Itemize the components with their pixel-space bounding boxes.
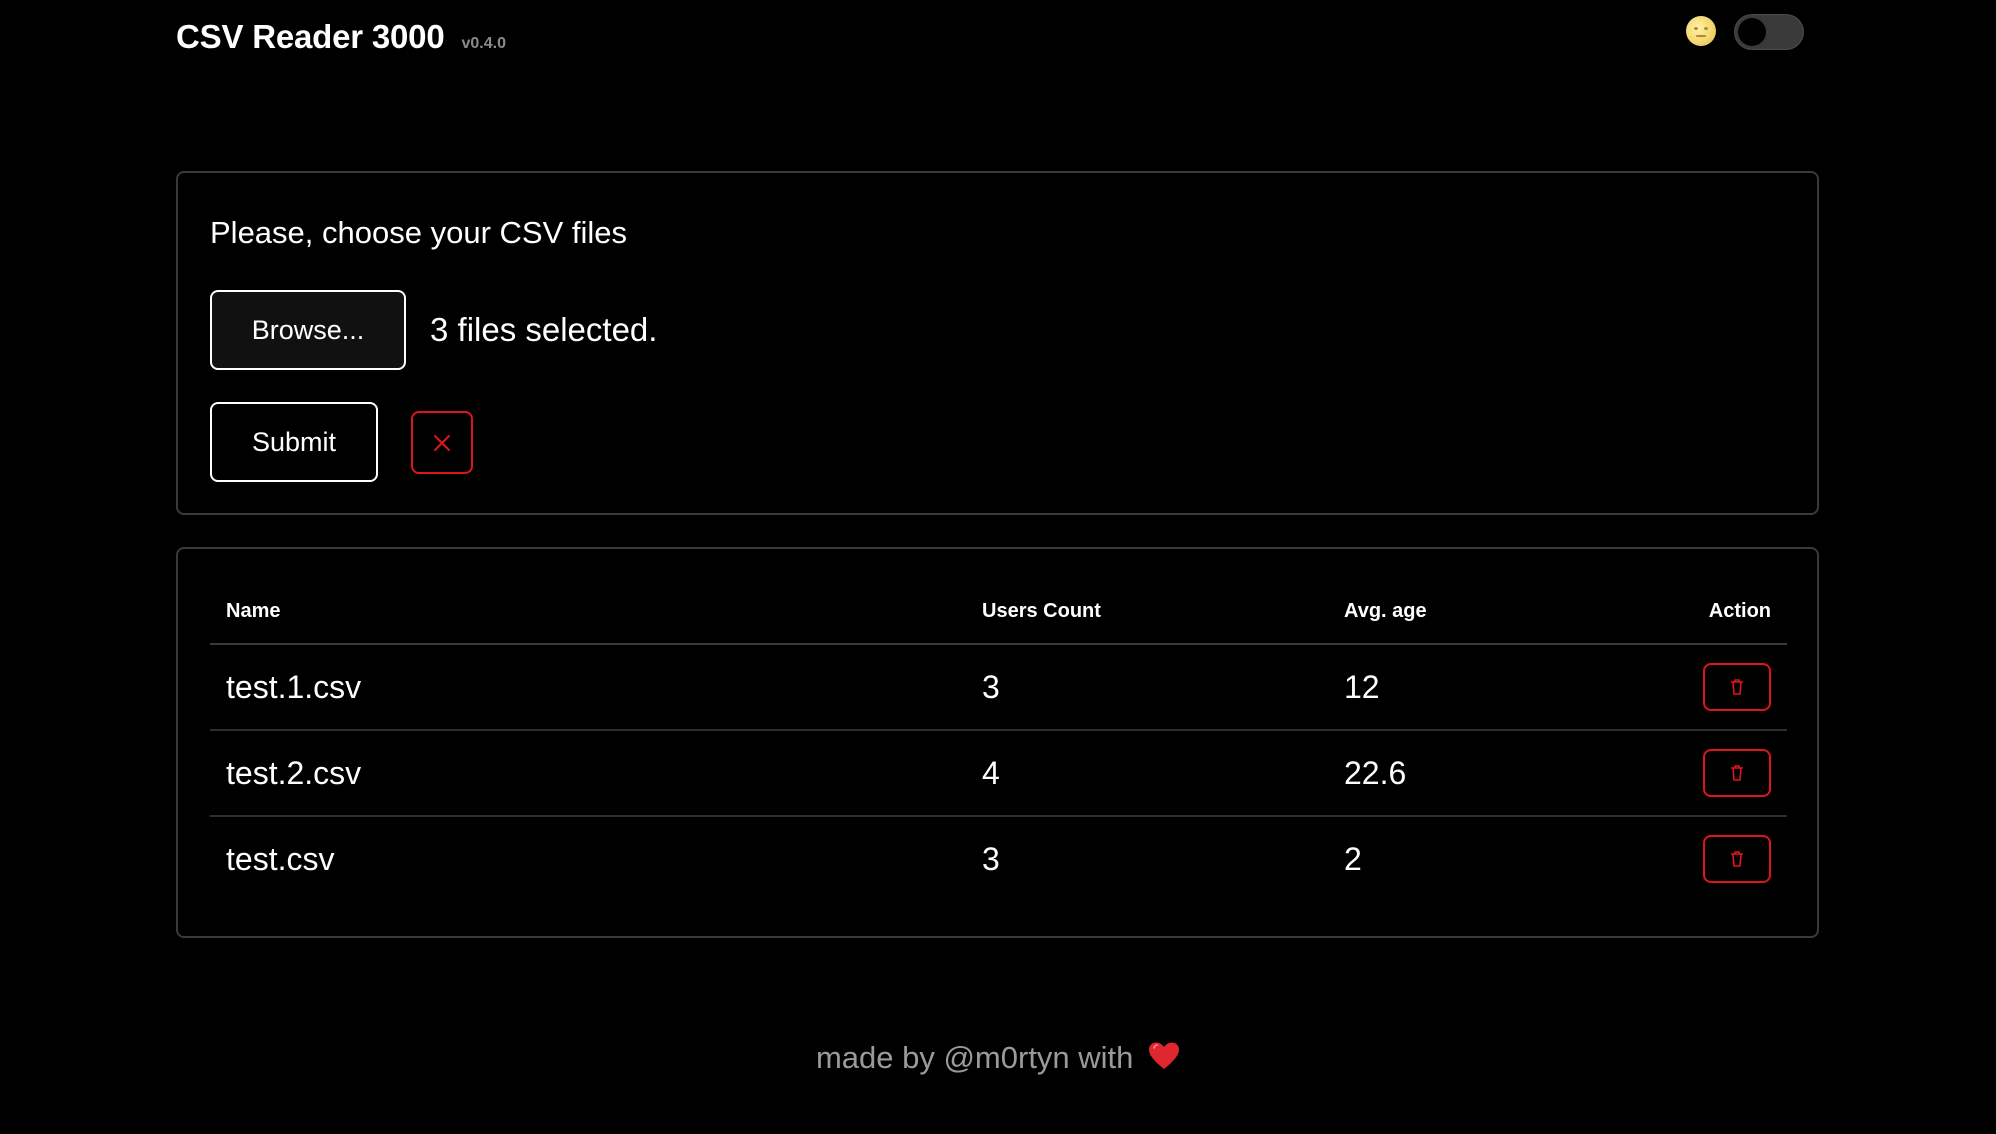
- column-header-name: Name: [210, 579, 966, 645]
- table-row: test.csv 3 2: [210, 816, 1787, 901]
- file-name-cell: test.2.csv: [210, 730, 966, 817]
- table-header-row: Name Users Count Avg. age Action: [210, 579, 1787, 645]
- file-name-cell: test.csv: [226, 840, 335, 877]
- app-title: CSV Reader 3000: [176, 18, 445, 55]
- submit-button[interactable]: Submit: [210, 402, 378, 482]
- page: CSV Reader 3000 v0.4.0 Please, choose yo…: [0, 0, 1996, 1134]
- app-version: v0.4.0: [461, 35, 506, 52]
- column-header-action: Action: [1573, 579, 1787, 645]
- clear-files-button[interactable]: [411, 411, 473, 474]
- footer-text: made by @m0rtyn with: [815, 1040, 1134, 1075]
- column-header-avg-age: Avg. age: [1328, 579, 1574, 645]
- table-row: test.1.csv 3 12: [210, 644, 1787, 731]
- results-card: Name Users Count Avg. age Action test.1.…: [176, 547, 1819, 938]
- toggle-knob: [1738, 18, 1766, 46]
- avg-age-cell: 2: [1344, 840, 1362, 877]
- trash-icon: [1731, 851, 1743, 867]
- moon-face-icon: [1686, 16, 1716, 46]
- users-count-cell: 3: [982, 840, 1000, 877]
- upload-card: Please, choose your CSV files Browse... …: [176, 171, 1819, 515]
- avg-age-cell: 12: [1328, 644, 1574, 731]
- theme-toggle[interactable]: [1734, 14, 1804, 50]
- table-row: test.2.csv 4 22.6: [210, 730, 1787, 817]
- avg-age-cell: 22.6: [1328, 730, 1574, 817]
- delete-row-button[interactable]: [1703, 749, 1771, 797]
- column-header-users-count: Users Count: [966, 579, 1328, 645]
- delete-row-button[interactable]: [1703, 663, 1771, 711]
- action-cell: [1573, 644, 1787, 731]
- action-cell: [1573, 730, 1787, 817]
- footer: made by @m0rtyn with: [0, 1040, 1996, 1079]
- action-cell: [1573, 816, 1787, 901]
- trash-icon: [1731, 679, 1743, 695]
- files-selected-status: 3 files selected.: [430, 311, 658, 348]
- heart-icon: [1148, 1041, 1180, 1079]
- close-icon: [434, 434, 450, 451]
- title-group: CSV Reader 3000 v0.4.0: [176, 18, 506, 56]
- app-header: CSV Reader 3000 v0.4.0: [176, 14, 1806, 62]
- file-name-cell: test.1.csv: [210, 644, 966, 731]
- delete-row-button[interactable]: [1703, 835, 1771, 883]
- results-table: Name Users Count Avg. age Action test.1.…: [210, 579, 1787, 901]
- users-count-cell: 3: [966, 644, 1328, 731]
- upload-prompt: Please, choose your CSV files: [210, 215, 627, 250]
- browse-button[interactable]: Browse...: [210, 290, 406, 370]
- trash-icon: [1731, 765, 1743, 781]
- users-count-cell: 4: [966, 730, 1328, 817]
